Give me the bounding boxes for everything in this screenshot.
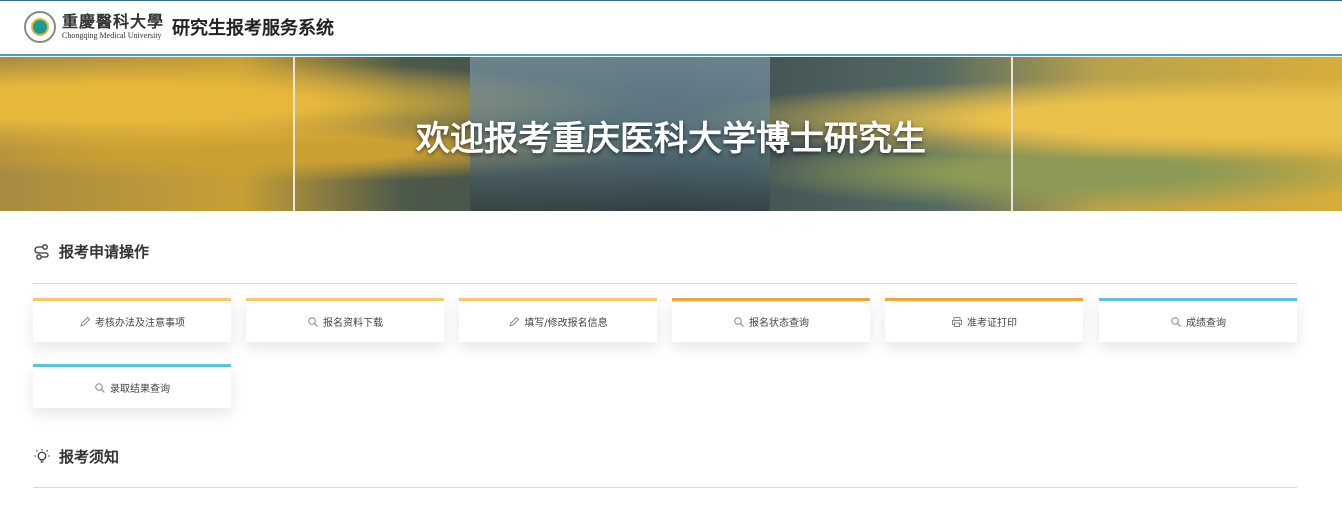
card-admission-ticket-print[interactable]: 准考证打印 (885, 298, 1083, 342)
card-edit-registration[interactable]: 填写/修改报名信息 (459, 298, 657, 342)
card-materials-download[interactable]: 报名资料下载 (246, 298, 444, 342)
apply-section-divider (33, 283, 1297, 284)
university-logo[interactable]: 重慶醫科大學 Chongqing Medical University 研究生报… (24, 11, 334, 43)
notice-section-divider (33, 487, 1297, 488)
search-icon (1171, 316, 1181, 327)
pencil-icon (80, 316, 91, 327)
system-title: 研究生报考服务系统 (172, 18, 335, 39)
apply-section-title: 报考申请操作 (59, 243, 150, 261)
lightbulb-icon (34, 448, 50, 463)
card-label: 准考证打印 (967, 318, 1017, 329)
pencil-icon (509, 316, 520, 327)
top-header: 重慶醫科大學 Chongqing Medical University 研究生报… (0, 0, 1342, 56)
search-icon (734, 316, 744, 327)
university-name-cn: 重慶醫科大學 (62, 12, 165, 31)
card-exam-rules[interactable]: 考核办法及注意事项 (33, 298, 231, 342)
search-icon (308, 316, 318, 327)
university-name-en: Chongqing Medical University (62, 31, 162, 40)
flow-icon (34, 243, 49, 260)
search-icon (95, 382, 105, 393)
card-label: 录取结果查询 (110, 384, 170, 395)
card-label: 报名状态查询 (749, 318, 809, 329)
card-label: 填写/修改报名信息 (524, 318, 608, 329)
printer-icon (952, 316, 962, 327)
card-label: 成绩查询 (1186, 318, 1226, 329)
notice-section-header: 报考须知 (33, 446, 119, 467)
welcome-banner: 欢迎报考重庆医科大学博士研究生 (0, 57, 1342, 211)
card-label: 考核办法及注意事项 (95, 318, 185, 329)
card-label: 报名资料下载 (323, 318, 383, 329)
card-registration-status[interactable]: 报名状态查询 (672, 298, 870, 342)
banner-title: 欢迎报考重庆医科大学博士研究生 (416, 119, 926, 159)
university-seal-icon (24, 11, 56, 43)
card-admission-result-query[interactable]: 录取结果查询 (33, 364, 231, 408)
apply-section-header: 报考申请操作 (33, 241, 149, 262)
notice-section-title: 报考须知 (59, 448, 120, 466)
card-score-query[interactable]: 成绩查询 (1099, 298, 1297, 342)
